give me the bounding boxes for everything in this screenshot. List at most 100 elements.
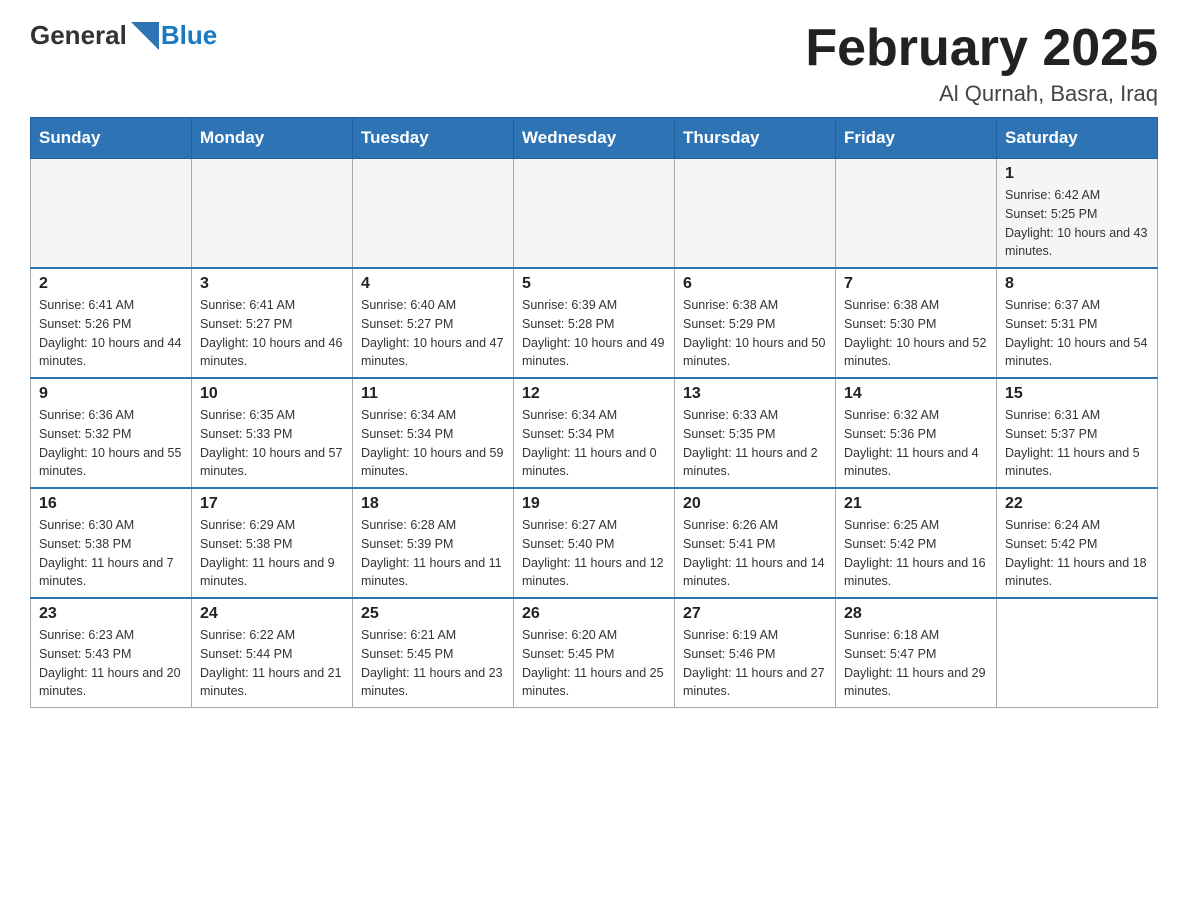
- month-title: February 2025: [805, 20, 1158, 77]
- weekday-header-saturday: Saturday: [997, 118, 1158, 159]
- weekday-header-friday: Friday: [836, 118, 997, 159]
- day-number: 4: [361, 275, 505, 293]
- calendar-day-cell: 25 Sunrise: 6:21 AMSunset: 5:45 PMDayligh…: [353, 598, 514, 708]
- calendar-day-cell: 15Sunrise: 6:31 AMSunset: 5:37 PMDayligh…: [997, 378, 1158, 488]
- calendar-week-row: 16Sunrise: 6:30 AMSunset: 5:38 PMDayligh…: [31, 488, 1158, 598]
- weekday-header-monday: Monday: [192, 118, 353, 159]
- day-number: 12: [522, 385, 666, 403]
- day-number: 1: [1005, 165, 1149, 183]
- weekday-header-row: SundayMondayTuesdayWednesdayThursdayFrid…: [31, 118, 1158, 159]
- day-info: Sunrise: 6:34 AMSunset: 5:34 PMDaylight:…: [522, 406, 666, 481]
- weekday-header-sunday: Sunday: [31, 118, 192, 159]
- day-info: Sunrise: 6:22 AMSunset: 5:44 PMDaylight:…: [200, 626, 344, 701]
- calendar-day-cell: 5Sunrise: 6:39 AMSunset: 5:28 PMDaylight…: [514, 268, 675, 378]
- day-number: 6: [683, 275, 827, 293]
- calendar-day-cell: 22 Sunrise: 6:24 AMSunset: 5:42 PMDayligh…: [997, 488, 1158, 598]
- weekday-header-thursday: Thursday: [675, 118, 836, 159]
- day-info: Sunrise: 6:38 AMSunset: 5:30 PMDaylight:…: [844, 296, 988, 371]
- calendar-day-cell: 7 Sunrise: 6:38 AMSunset: 5:30 PMDaylight…: [836, 268, 997, 378]
- calendar-day-cell: 19Sunrise: 6:27 AMSunset: 5:40 PMDayligh…: [514, 488, 675, 598]
- day-number: 7: [844, 275, 988, 293]
- day-info: Sunrise: 6:38 AMSunset: 5:29 PMDaylight:…: [683, 296, 827, 371]
- calendar-day-cell: 24 Sunrise: 6:22 AMSunset: 5:44 PMDayligh…: [192, 598, 353, 708]
- calendar-week-row: 2Sunrise: 6:41 AMSunset: 5:26 PMDaylight…: [31, 268, 1158, 378]
- calendar-day-cell: [192, 159, 353, 269]
- day-info: Sunrise: 6:20 AMSunset: 5:45 PMDaylight:…: [522, 626, 666, 701]
- logo-blue-text: Blue: [161, 20, 217, 51]
- day-number: 13: [683, 385, 827, 403]
- calendar-day-cell: 11 Sunrise: 6:34 AMSunset: 5:34 PMDayligh…: [353, 378, 514, 488]
- weekday-header-tuesday: Tuesday: [353, 118, 514, 159]
- day-number: 21: [844, 495, 988, 513]
- calendar-week-row: 1 Sunrise: 6:42 AMSunset: 5:25 PMDaylight…: [31, 159, 1158, 269]
- calendar-day-cell: 16Sunrise: 6:30 AMSunset: 5:38 PMDayligh…: [31, 488, 192, 598]
- calendar-day-cell: 2Sunrise: 6:41 AMSunset: 5:26 PMDaylight…: [31, 268, 192, 378]
- calendar-day-cell: [514, 159, 675, 269]
- weekday-header-wednesday: Wednesday: [514, 118, 675, 159]
- logo-general-text: General: [30, 20, 127, 51]
- calendar-day-cell: 1 Sunrise: 6:42 AMSunset: 5:25 PMDaylight…: [997, 159, 1158, 269]
- day-info: Sunrise: 6:34 AMSunset: 5:34 PMDaylight:…: [361, 406, 505, 481]
- day-number: 22: [1005, 495, 1149, 513]
- calendar-day-cell: 17 Sunrise: 6:29 AMSunset: 5:38 PMDayligh…: [192, 488, 353, 598]
- calendar-day-cell: 6 Sunrise: 6:38 AMSunset: 5:29 PMDaylight…: [675, 268, 836, 378]
- day-number: 8: [1005, 275, 1149, 293]
- calendar-day-cell: [997, 598, 1158, 708]
- day-info: Sunrise: 6:28 AMSunset: 5:39 PMDaylight:…: [361, 516, 505, 591]
- day-number: 14: [844, 385, 988, 403]
- calendar-day-cell: 4 Sunrise: 6:40 AMSunset: 5:27 PMDaylight…: [353, 268, 514, 378]
- day-info: Sunrise: 6:30 AMSunset: 5:38 PMDaylight:…: [39, 516, 183, 591]
- day-number: 20: [683, 495, 827, 513]
- calendar-day-cell: [353, 159, 514, 269]
- calendar-day-cell: 14Sunrise: 6:32 AMSunset: 5:36 PMDayligh…: [836, 378, 997, 488]
- day-info: Sunrise: 6:24 AMSunset: 5:42 PMDaylight:…: [1005, 516, 1149, 591]
- day-info: Sunrise: 6:39 AMSunset: 5:28 PMDaylight:…: [522, 296, 666, 371]
- calendar-day-cell: 21 Sunrise: 6:25 AMSunset: 5:42 PMDayligh…: [836, 488, 997, 598]
- day-info: Sunrise: 6:42 AMSunset: 5:25 PMDaylight:…: [1005, 186, 1149, 261]
- calendar-day-cell: 23 Sunrise: 6:23 AMSunset: 5:43 PMDayligh…: [31, 598, 192, 708]
- calendar-day-cell: 28Sunrise: 6:18 AMSunset: 5:47 PMDayligh…: [836, 598, 997, 708]
- day-number: 18: [361, 495, 505, 513]
- logo-triangle-icon: [131, 22, 159, 50]
- day-info: Sunrise: 6:27 AMSunset: 5:40 PMDaylight:…: [522, 516, 666, 591]
- day-info: Sunrise: 6:25 AMSunset: 5:42 PMDaylight:…: [844, 516, 988, 591]
- calendar-day-cell: 13Sunrise: 6:33 AMSunset: 5:35 PMDayligh…: [675, 378, 836, 488]
- calendar-day-cell: 10Sunrise: 6:35 AMSunset: 5:33 PMDayligh…: [192, 378, 353, 488]
- calendar-day-cell: 8 Sunrise: 6:37 AMSunset: 5:31 PMDaylight…: [997, 268, 1158, 378]
- page-header: General Blue February 2025 Al Qurnah, Ba…: [30, 20, 1158, 107]
- logo: General Blue: [30, 20, 217, 51]
- calendar-day-cell: 27 Sunrise: 6:19 AMSunset: 5:46 PMDayligh…: [675, 598, 836, 708]
- day-number: 11: [361, 385, 505, 403]
- day-info: Sunrise: 6:23 AMSunset: 5:43 PMDaylight:…: [39, 626, 183, 701]
- calendar-day-cell: [675, 159, 836, 269]
- day-info: Sunrise: 6:40 AMSunset: 5:27 PMDaylight:…: [361, 296, 505, 371]
- calendar-day-cell: 3Sunrise: 6:41 AMSunset: 5:27 PMDaylight…: [192, 268, 353, 378]
- day-number: 2: [39, 275, 183, 293]
- day-number: 17: [200, 495, 344, 513]
- day-info: Sunrise: 6:35 AMSunset: 5:33 PMDaylight:…: [200, 406, 344, 481]
- day-number: 15: [1005, 385, 1149, 403]
- day-number: 26: [522, 605, 666, 623]
- day-info: Sunrise: 6:21 AMSunset: 5:45 PMDaylight:…: [361, 626, 505, 701]
- calendar-day-cell: 26 Sunrise: 6:20 AMSunset: 5:45 PMDayligh…: [514, 598, 675, 708]
- calendar-table: SundayMondayTuesdayWednesdayThursdayFrid…: [30, 117, 1158, 708]
- title-block: February 2025 Al Qurnah, Basra, Iraq: [805, 20, 1158, 107]
- day-info: Sunrise: 6:41 AMSunset: 5:27 PMDaylight:…: [200, 296, 344, 371]
- calendar-day-cell: [31, 159, 192, 269]
- day-number: 9: [39, 385, 183, 403]
- calendar-week-row: 23 Sunrise: 6:23 AMSunset: 5:43 PMDayligh…: [31, 598, 1158, 708]
- calendar-day-cell: 9 Sunrise: 6:36 AMSunset: 5:32 PMDaylight…: [31, 378, 192, 488]
- calendar-day-cell: [836, 159, 997, 269]
- day-number: 27: [683, 605, 827, 623]
- calendar-day-cell: 18 Sunrise: 6:28 AMSunset: 5:39 PMDayligh…: [353, 488, 514, 598]
- day-info: Sunrise: 6:36 AMSunset: 5:32 PMDaylight:…: [39, 406, 183, 481]
- day-info: Sunrise: 6:37 AMSunset: 5:31 PMDaylight:…: [1005, 296, 1149, 371]
- day-number: 25: [361, 605, 505, 623]
- day-info: Sunrise: 6:29 AMSunset: 5:38 PMDaylight:…: [200, 516, 344, 591]
- day-info: Sunrise: 6:26 AMSunset: 5:41 PMDaylight:…: [683, 516, 827, 591]
- day-number: 23: [39, 605, 183, 623]
- calendar-day-cell: 20 Sunrise: 6:26 AMSunset: 5:41 PMDayligh…: [675, 488, 836, 598]
- day-number: 24: [200, 605, 344, 623]
- day-info: Sunrise: 6:18 AMSunset: 5:47 PMDaylight:…: [844, 626, 988, 701]
- day-info: Sunrise: 6:19 AMSunset: 5:46 PMDaylight:…: [683, 626, 827, 701]
